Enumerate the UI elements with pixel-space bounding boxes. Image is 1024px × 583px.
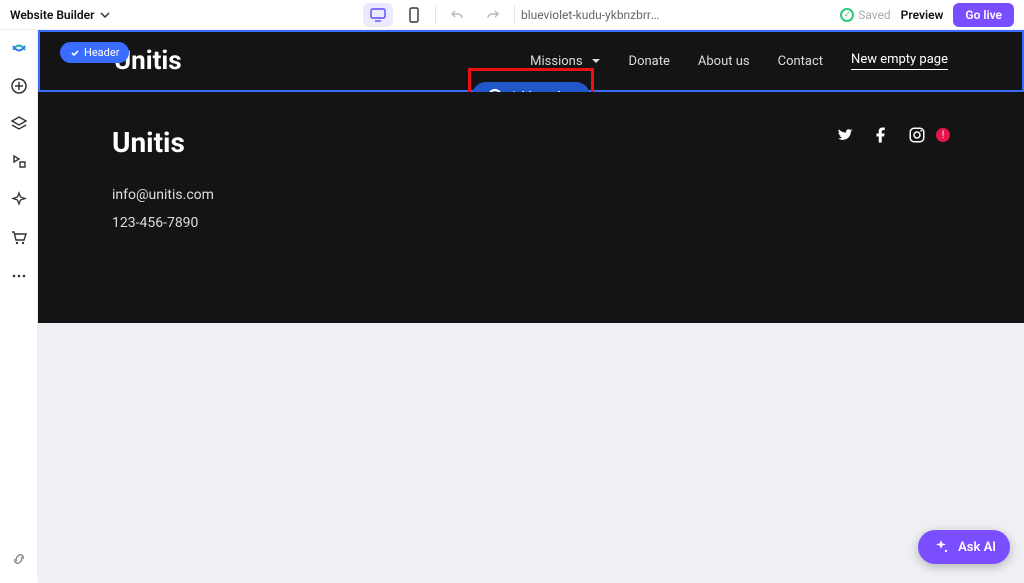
undo-button[interactable] [442,3,472,27]
rail-bottom [0,550,38,568]
separator [435,6,436,24]
check-circle-icon: ✓ [840,8,854,22]
empty-canvas-area[interactable] [38,323,1024,583]
plus-circle-icon [10,77,28,95]
saved-indicator: ✓ Saved [840,8,890,22]
device-desktop-button[interactable] [363,3,393,27]
link-button[interactable] [10,550,28,568]
commerce-button[interactable] [9,228,29,248]
site-nav: Missions Donate About us Contact New emp… [530,52,948,70]
nav-item-donate[interactable]: Donate [629,54,670,69]
cart-icon [10,229,28,247]
nav-item-about[interactable]: About us [698,54,750,69]
mobile-icon [409,7,419,23]
section-chip-header[interactable]: Header [60,42,129,63]
logo-icon[interactable] [9,38,29,58]
more-icon [10,273,28,279]
brand-logo-icon [10,39,28,57]
nav-item-new-page[interactable]: New empty page [851,52,948,70]
link-icon [10,550,28,568]
nav-label: Missions [530,54,582,69]
layers-button[interactable] [9,114,29,134]
footer-title[interactable]: Unitis [112,126,950,159]
footer-email[interactable]: info@unitis.com [112,187,950,203]
social-icons: ! [836,126,950,144]
ask-ai-label: Ask AI [958,540,996,555]
left-rail [0,30,38,578]
more-button[interactable] [9,266,29,286]
site-footer-block[interactable]: Unitis info@unitis.com 123-456-7890 ! [38,92,1024,323]
twitter-icon [836,126,854,144]
app-switcher[interactable]: Website Builder [10,8,110,22]
topbar-right: ✓ Saved Preview Go live [840,3,1014,27]
redo-button[interactable] [478,3,508,27]
sparkle-icon [932,538,950,556]
device-mobile-button[interactable] [399,3,429,27]
preview-button[interactable]: Preview [901,8,944,22]
canvas: Header Unitis Missions Donate About us C… [38,30,1024,578]
section-chip-label: Header [84,46,119,59]
redo-icon [486,8,500,22]
caret-down-icon [591,57,601,65]
instagram-link[interactable] [908,126,926,144]
check-icon [70,48,80,58]
topbar: Website Builder blueviolet-kudu-ykbnzbrr… [0,0,1024,30]
shapes-icon [10,153,28,171]
twitter-link[interactable] [836,126,854,144]
chevron-down-icon [100,10,110,20]
topbar-center: blueviolet-kudu-ykbnzbrrv4s... [363,3,661,27]
layers-icon [10,115,28,133]
golive-button[interactable]: Go live [953,3,1014,27]
nav-item-contact[interactable]: Contact [778,54,823,69]
saved-label: Saved [858,8,890,22]
instagram-icon [908,126,926,144]
desktop-icon [370,8,386,22]
footer-phone[interactable]: 123-456-7890 [112,215,950,231]
facebook-icon [872,126,890,144]
facebook-link[interactable] [872,126,890,144]
separator [514,6,515,24]
warning-badge[interactable]: ! [936,128,950,142]
ai-button[interactable] [9,190,29,210]
add-button[interactable] [9,76,29,96]
undo-icon [450,8,464,22]
shapes-button[interactable] [9,152,29,172]
sparkles-icon [10,191,28,209]
ask-ai-button[interactable]: Ask AI [918,530,1010,564]
nav-item-missions[interactable]: Missions [530,54,600,69]
app-name: Website Builder [10,8,94,22]
site-url[interactable]: blueviolet-kudu-ykbnzbrrv4s... [521,8,661,22]
